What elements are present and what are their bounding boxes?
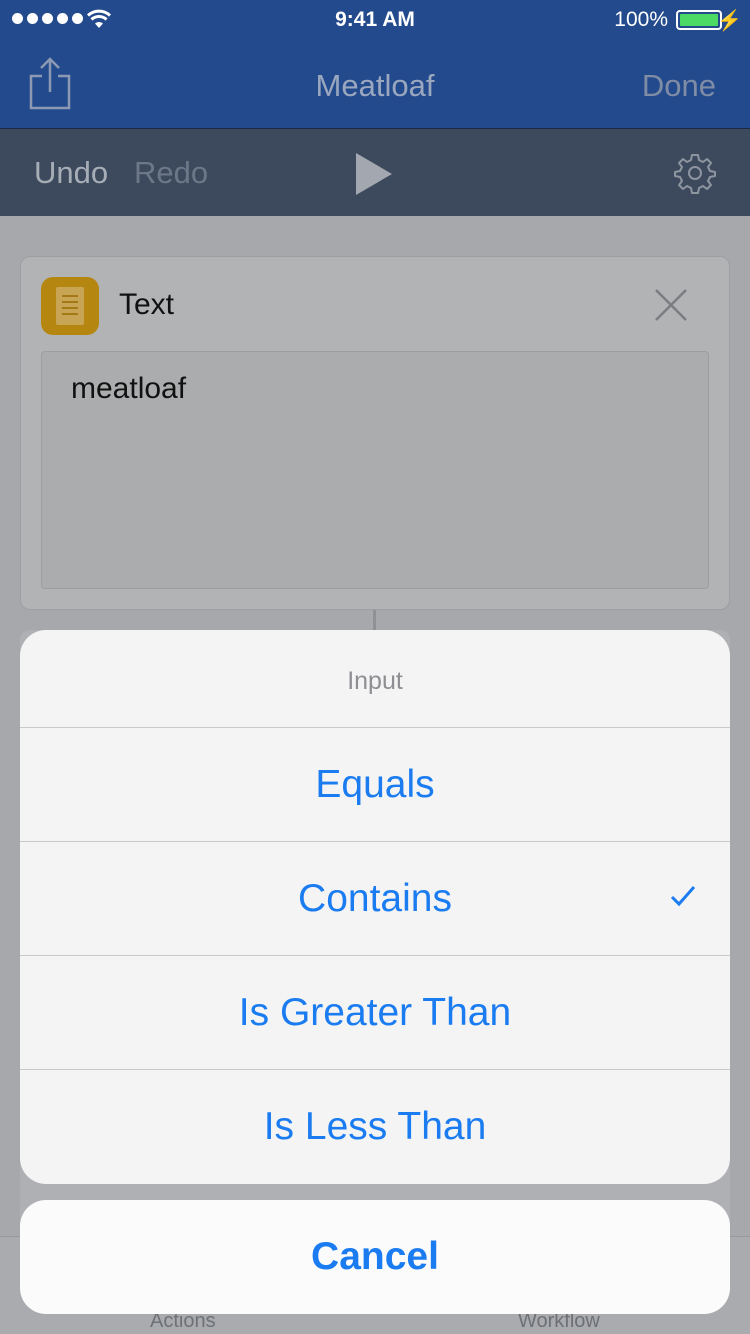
option-is-greater-than[interactable]: Is Greater Than — [20, 956, 730, 1070]
battery-icon — [676, 10, 722, 30]
battery-percentage: 100% — [614, 8, 668, 31]
redo-button[interactable]: Redo — [134, 155, 208, 191]
input-condition-action-sheet: Input Equals Contains Is Greater Than Is… — [20, 630, 730, 1184]
editor-toolbar: Undo Redo — [0, 128, 750, 216]
checkmark-icon — [670, 886, 696, 907]
status-bar: 9:41 AM 100% ⚡ — [0, 0, 750, 40]
done-button[interactable]: Done — [642, 68, 716, 104]
option-label: Is Less Than — [263, 1105, 487, 1148]
workflow-title: Meatloaf — [315, 68, 435, 103]
gear-icon[interactable] — [674, 152, 716, 194]
play-icon[interactable] — [356, 153, 392, 195]
close-icon[interactable] — [653, 287, 689, 323]
text-document-icon — [41, 277, 99, 335]
option-label: Contains — [298, 876, 452, 920]
action-title: Text — [119, 288, 175, 321]
navigation-bar: 9:41 AM 100% ⚡ Meatloaf Done — [0, 0, 750, 128]
text-action-card: Text meatloaf — [20, 256, 730, 610]
cancel-button[interactable]: Cancel — [20, 1200, 730, 1314]
option-is-less-than[interactable]: Is Less Than — [20, 1070, 730, 1184]
option-equals[interactable]: Equals — [20, 728, 730, 842]
text-input-field[interactable]: meatloaf — [41, 351, 709, 589]
undo-button[interactable]: Undo — [34, 155, 108, 191]
text-input-value: meatloaf — [71, 372, 187, 405]
option-label: Is Greater Than — [238, 990, 512, 1034]
option-contains[interactable]: Contains — [20, 842, 730, 956]
action-sheet-title: Input — [20, 630, 730, 728]
charging-icon: ⚡ — [717, 10, 742, 32]
option-label: Equals — [315, 762, 435, 806]
